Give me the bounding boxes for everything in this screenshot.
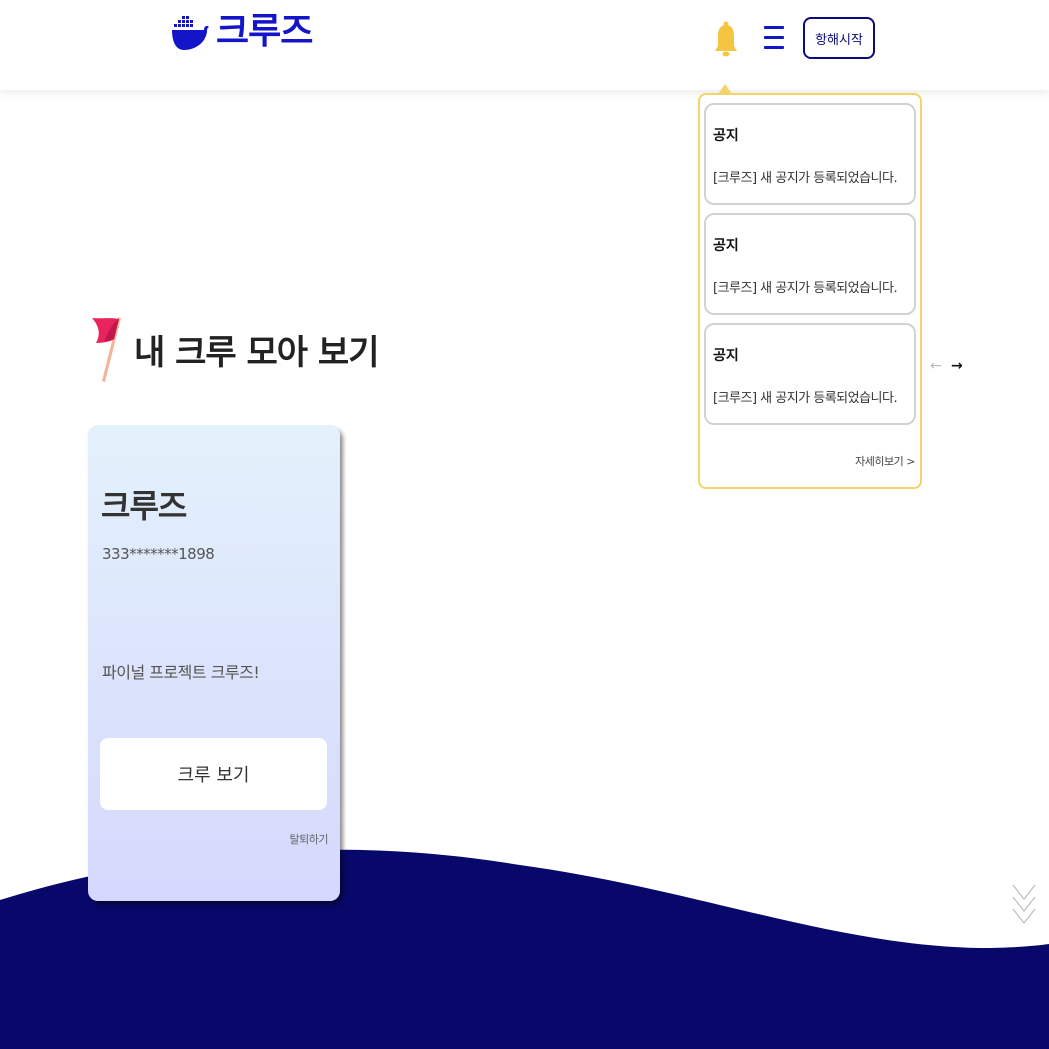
notification-pointer [718,84,732,94]
bell-icon[interactable] [712,20,740,58]
leave-crew-link[interactable]: 탈퇴하기 [290,831,329,847]
notification-panel: 공지 [크루즈] 새 공지가 등록되었습니다. 공지 [크루즈] 새 공지가 등… [698,93,922,489]
notification-message: [크루즈] 새 공지가 등록되었습니다. [713,171,898,186]
crew-card: 크루즈 333*******1898 파이널 프로젝트 크루즈! 크루 보기 탈… [88,425,340,901]
notification-prev-arrow[interactable]: ← [930,358,942,374]
notification-item[interactable]: 공지 [크루즈] 새 공지가 등록되었습니다. [704,323,916,425]
whale-ship-icon [172,16,209,50]
double-chevron-down-icon[interactable] [1011,883,1037,931]
flag-icon [92,317,121,382]
hamburger-menu-icon[interactable] [764,26,784,52]
notification-title: 공지 [713,128,739,144]
crew-name: 크루즈 [101,487,187,525]
notification-item[interactable]: 공지 [크루즈] 새 공지가 등록되었습니다. [704,103,916,205]
notification-next-arrow[interactable]: → [951,358,963,374]
view-crew-button[interactable]: 크루 보기 [100,738,327,810]
section-heading: 내 크루 모아 보기 [92,315,379,383]
logo[interactable]: 크루즈 [170,11,313,52]
logo-text: 크루즈 [216,11,313,52]
notification-item[interactable]: 공지 [크루즈] 새 공지가 등록되었습니다. [704,213,916,315]
notification-message: [크루즈] 새 공지가 등록되었습니다. [713,391,898,406]
header: 크루즈 항해시작 [0,0,1049,90]
page-title: 내 크루 모아 보기 [134,332,379,373]
notification-more-link[interactable]: 자세히보기 > [855,453,915,469]
start-voyage-button[interactable]: 항해시작 [803,17,875,59]
notification-title: 공지 [713,348,739,364]
notification-message: [크루즈] 새 공지가 등록되었습니다. [713,281,898,296]
crew-code: 333*******1898 [102,545,215,563]
crew-description: 파이널 프로젝트 크루즈! [102,663,260,682]
notification-title: 공지 [713,238,739,254]
